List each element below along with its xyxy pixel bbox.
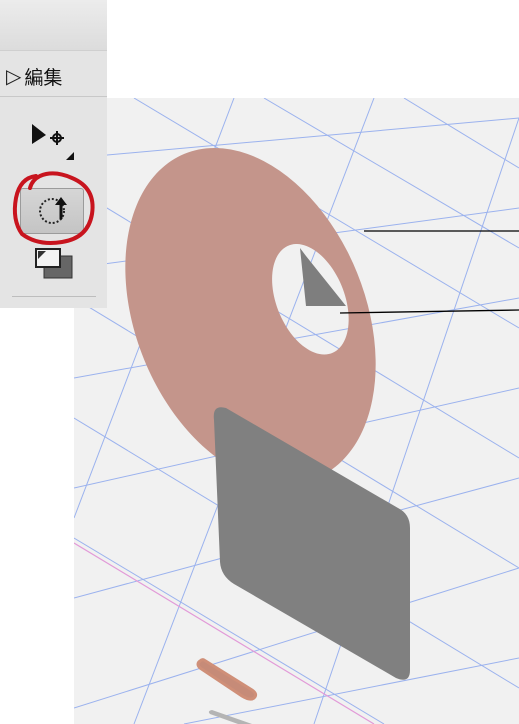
viewport-scene [74,98,519,724]
play-triangle-icon: ▷ [6,64,22,88]
palette-title: 編集 [24,66,63,89]
annotation-circle [12,171,95,245]
palette-header[interactable]: ▷ 編集 [0,56,107,97]
palette-divider [12,296,96,297]
small-disc-preview[interactable] [196,658,258,701]
3d-viewport[interactable] [74,98,519,724]
palette-grip[interactable] [0,0,107,51]
